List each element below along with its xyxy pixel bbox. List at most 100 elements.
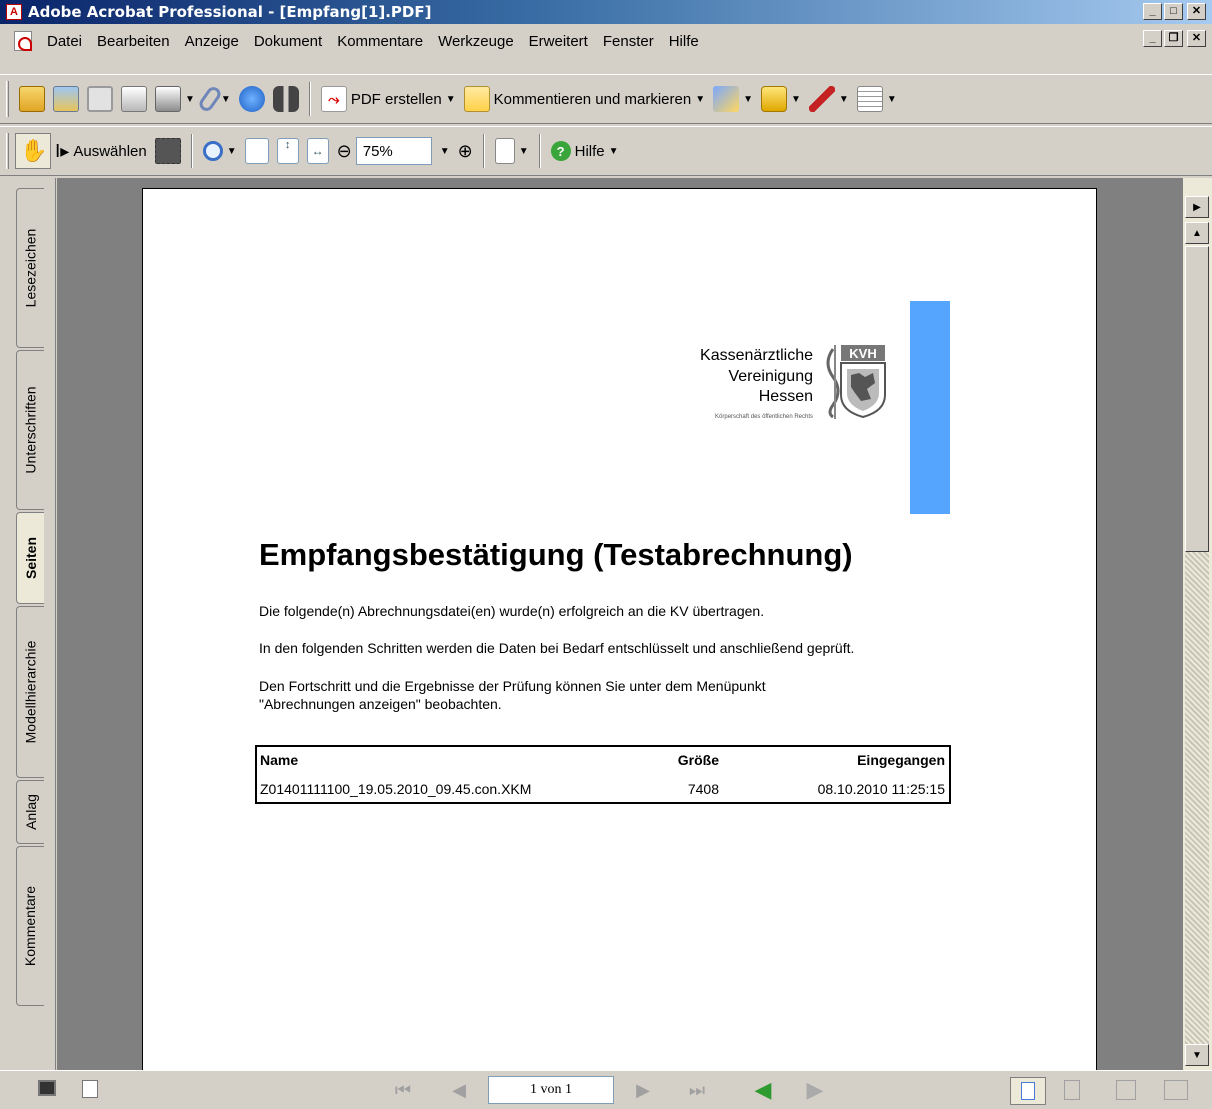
- menu-erweitert[interactable]: Erweitert: [529, 33, 588, 50]
- paragraph-2: In den folgenden Schritten werden die Da…: [259, 640, 855, 656]
- scroll-up-button[interactable]: ▲: [1185, 222, 1209, 244]
- document-view[interactable]: Kassenärztliche Vereinigung Hessen Körpe…: [57, 178, 1182, 1070]
- organizer-button[interactable]: [49, 81, 83, 117]
- header-received: Eingegangen: [857, 752, 945, 768]
- help-button[interactable]: ? Hilfe ▼: [547, 133, 623, 169]
- tab-kommentare[interactable]: Kommentare: [16, 846, 44, 1006]
- save-disk-icon: [87, 86, 113, 112]
- continuous-icon[interactable]: [1064, 1080, 1080, 1100]
- last-page-icon[interactable]: ⏭: [686, 1079, 708, 1101]
- page-indicator: 1 von 1: [530, 1082, 572, 1097]
- select-tool-button[interactable]: Ⅰ▸ Auswählen: [51, 133, 151, 169]
- page-number-input[interactable]: 1 von 1: [488, 1076, 614, 1104]
- toolbar-grip[interactable]: [6, 81, 9, 117]
- chevron-down-icon: ▼: [220, 93, 231, 105]
- print-button[interactable]: [117, 81, 151, 117]
- acrobat-icon[interactable]: A: [6, 4, 22, 20]
- tab-unterschriften[interactable]: Unterschriften: [16, 350, 44, 510]
- open-button[interactable]: [15, 81, 49, 117]
- navigation-panel: Lesezeichen Unterschriften Seiten Modell…: [0, 178, 56, 1070]
- chevron-down-icon: ▼: [226, 145, 237, 157]
- fit-width-button[interactable]: ↔: [303, 133, 333, 169]
- facing-icon[interactable]: [1116, 1080, 1136, 1100]
- menu-hilfe[interactable]: Hilfe: [669, 33, 699, 50]
- chevron-down-icon: ▼: [791, 93, 801, 105]
- page-layout-icon[interactable]: [82, 1080, 98, 1098]
- sign-button[interactable]: ▼: [709, 81, 757, 117]
- scroll-thumb[interactable]: [1185, 246, 1209, 552]
- fit-page-button[interactable]: ↕: [273, 133, 303, 169]
- minimize-button[interactable]: _: [1143, 3, 1162, 20]
- advanced-edit-button[interactable]: ▼: [805, 81, 853, 117]
- create-pdf-button[interactable]: ⤳ PDF erstellen ▼: [317, 81, 460, 117]
- tab-kommentare-label: Kommentare: [22, 885, 39, 967]
- files-table: Name Größe Eingegangen Z01401111100_19.0…: [255, 745, 951, 804]
- logo-line-1: Kassenärztliche: [700, 347, 813, 364]
- actual-size-button[interactable]: [241, 133, 273, 169]
- manage-button[interactable]: ▼: [151, 81, 199, 117]
- attach-button[interactable]: ▼: [196, 81, 235, 117]
- zoom-dropdown[interactable]: ▼: [432, 133, 454, 169]
- doc-restore-button[interactable]: ❐: [1164, 30, 1183, 47]
- search-button[interactable]: [269, 81, 303, 117]
- zoom-in-tool-button[interactable]: ▼: [199, 133, 241, 169]
- menu-dokument[interactable]: Dokument: [254, 33, 322, 50]
- doc-minimize-button[interactable]: _: [1143, 30, 1162, 47]
- go-forward-icon[interactable]: ▶: [804, 1077, 826, 1102]
- tab-lesezeichen[interactable]: Lesezeichen: [16, 188, 44, 348]
- save-button[interactable]: [83, 81, 117, 117]
- go-back-icon[interactable]: ◀: [752, 1077, 774, 1102]
- rotate-view-button[interactable]: ▼: [491, 133, 533, 169]
- toolbar-grip[interactable]: [6, 133, 9, 169]
- menu-anzeige[interactable]: Anzeige: [185, 33, 239, 50]
- vertical-scrollbar[interactable]: ▶ ▲ ▼: [1182, 178, 1212, 1070]
- zoom-out-button[interactable]: ⊖: [333, 133, 356, 169]
- maximize-button[interactable]: □: [1164, 3, 1183, 20]
- chevron-down-icon: ▼: [608, 145, 619, 157]
- tab-anlagen[interactable]: Anlag: [16, 780, 44, 844]
- tab-lesezeichen-label: Lesezeichen: [22, 228, 39, 308]
- logo-line-2: Vereinigung: [728, 368, 813, 385]
- cell-size: 7408: [687, 781, 719, 797]
- tab-anlagen-label: Anlag: [22, 794, 39, 830]
- forms-button[interactable]: ▼: [853, 81, 901, 117]
- continuous-facing-icon[interactable]: [1164, 1080, 1188, 1100]
- toolbar-separator: [482, 134, 485, 168]
- menu-kommentare[interactable]: Kommentare: [337, 33, 423, 50]
- fit-page-icon: ↕: [276, 138, 299, 164]
- first-page-icon[interactable]: ⏮: [392, 1079, 414, 1101]
- snapshot-button[interactable]: [151, 133, 185, 169]
- status-bar: ⏮ ◀ 1 von 1 ▶ ⏭ ◀ ▶: [0, 1070, 1212, 1109]
- menu-fenster[interactable]: Fenster: [603, 33, 654, 50]
- menu-datei[interactable]: Datei: [47, 33, 82, 50]
- next-page-icon[interactable]: ▶: [632, 1079, 654, 1101]
- zoom-input[interactable]: 75%: [355, 137, 432, 165]
- chevron-down-icon: ▼: [445, 93, 456, 105]
- menu-werkzeuge[interactable]: Werkzeuge: [438, 33, 514, 50]
- tab-modellhierarchie[interactable]: Modellhierarchie: [16, 606, 44, 778]
- document-menu-icon[interactable]: [14, 31, 32, 51]
- close-button[interactable]: ✕: [1187, 3, 1206, 20]
- split-right-arrow-icon[interactable]: ▶: [1185, 196, 1209, 218]
- previous-page-icon[interactable]: ◀: [448, 1079, 470, 1101]
- hand-icon: ✋: [20, 138, 48, 163]
- document-title: Empfangsbestätigung (Testabrechnung): [259, 537, 853, 572]
- hand-tool-button[interactable]: ✋: [15, 133, 51, 169]
- tab-seiten[interactable]: Seiten: [16, 512, 44, 604]
- secure-button[interactable]: ▼: [757, 81, 805, 117]
- single-page-icon[interactable]: [1010, 1077, 1046, 1105]
- email-button[interactable]: [235, 81, 269, 117]
- comment-button[interactable]: Kommentieren und markieren ▼: [460, 81, 710, 117]
- zoom-in-button[interactable]: ⊕: [454, 133, 477, 169]
- logo-subtitle: Körperschaft des öffentlichen Rechts: [715, 414, 813, 420]
- camera-icon: [154, 138, 181, 164]
- tab-seiten-label: Seiten: [22, 536, 39, 580]
- chevron-down-icon: ▼: [743, 93, 753, 105]
- scroll-track[interactable]: [1185, 552, 1209, 1046]
- scroll-down-button[interactable]: ▼: [1185, 1044, 1209, 1066]
- doc-close-button[interactable]: ✕: [1187, 30, 1206, 47]
- blue-accent-bar: [910, 301, 950, 514]
- menu-bearbeiten[interactable]: Bearbeiten: [97, 33, 170, 50]
- tab-modellhierarchie-label: Modellhierarchie: [22, 640, 39, 744]
- monitor-icon[interactable]: [38, 1080, 56, 1096]
